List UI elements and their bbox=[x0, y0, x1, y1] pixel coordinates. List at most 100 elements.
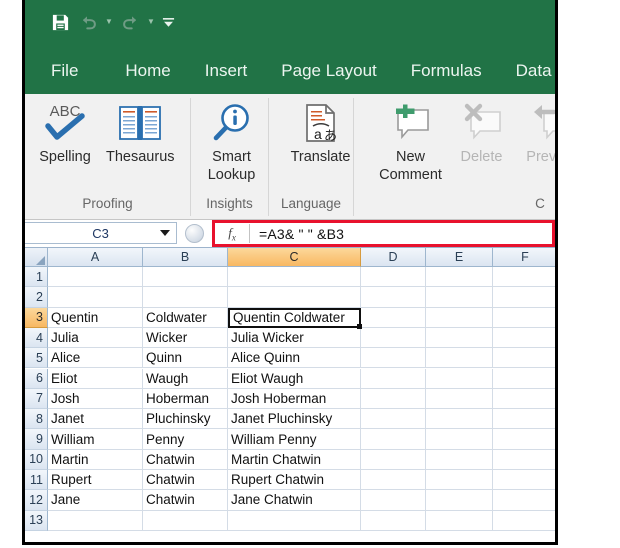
spelling-button[interactable]: ABC Spelling bbox=[31, 100, 99, 166]
cell-d13[interactable] bbox=[361, 510, 426, 531]
cell-e4[interactable] bbox=[426, 327, 493, 349]
cell-c10[interactable]: Martin Chatwin bbox=[228, 449, 361, 470]
cell-d6[interactable] bbox=[361, 368, 426, 389]
cell-c13[interactable] bbox=[228, 510, 361, 531]
cell-b9[interactable]: Penny bbox=[143, 429, 228, 450]
select-all-corner-button[interactable] bbox=[25, 248, 48, 267]
new-comment-button[interactable]: New Comment bbox=[374, 100, 448, 184]
cell-e11[interactable] bbox=[426, 470, 493, 491]
cell-a5[interactable]: Alice bbox=[48, 348, 143, 369]
redo-icon[interactable] bbox=[117, 9, 143, 35]
cell-b7[interactable]: Hoberman bbox=[143, 388, 228, 410]
cell-d2[interactable] bbox=[361, 287, 426, 308]
active-cell-c3[interactable]: Quentin Coldwater bbox=[228, 307, 361, 328]
cell-d7[interactable] bbox=[361, 388, 426, 410]
tab-formulas[interactable]: Formulas bbox=[394, 48, 499, 94]
cell-f6[interactable] bbox=[493, 368, 555, 389]
cell-d12[interactable] bbox=[361, 490, 426, 511]
cell-f4[interactable] bbox=[493, 327, 555, 349]
cell-e12[interactable] bbox=[426, 490, 493, 511]
cell-c7[interactable]: Josh Hoberman bbox=[228, 388, 361, 410]
tab-file[interactable]: File bbox=[43, 48, 108, 94]
cell-b11[interactable]: Chatwin bbox=[143, 470, 228, 491]
row-header-6[interactable]: 6 bbox=[25, 368, 48, 389]
cell-b5[interactable]: Quinn bbox=[143, 348, 228, 369]
cell-f12[interactable] bbox=[493, 490, 555, 511]
cell-d8[interactable] bbox=[361, 409, 426, 430]
cell-a13[interactable] bbox=[48, 510, 143, 531]
cell-a8[interactable]: Janet bbox=[48, 409, 143, 430]
cell-f11[interactable] bbox=[493, 470, 555, 491]
cell-f7[interactable] bbox=[493, 388, 555, 410]
cell-c2[interactable] bbox=[228, 287, 361, 308]
cell-b13[interactable] bbox=[143, 510, 228, 531]
cell-d1[interactable] bbox=[361, 267, 426, 288]
cell-f9[interactable] bbox=[493, 429, 555, 450]
cell-c4[interactable]: Julia Wicker bbox=[228, 327, 361, 349]
row-header-2[interactable]: 2 bbox=[25, 287, 48, 308]
cell-a10[interactable]: Martin bbox=[48, 449, 143, 470]
cell-c9[interactable]: William Penny bbox=[228, 429, 361, 450]
cell-c11[interactable]: Rupert Chatwin bbox=[228, 470, 361, 491]
thesaurus-button[interactable]: Thesaurus bbox=[99, 100, 182, 166]
cell-b4[interactable]: Wicker bbox=[143, 327, 228, 349]
cell-a2[interactable] bbox=[48, 287, 143, 308]
cell-e13[interactable] bbox=[426, 510, 493, 531]
cell-e2[interactable] bbox=[426, 287, 493, 308]
cell-e1[interactable] bbox=[426, 267, 493, 288]
row-header-12[interactable]: 12 bbox=[25, 490, 48, 511]
worksheet-grid[interactable]: ABCDEF 1 2 3 4 5 6 7 8 9 10 11 12 13 Quentin Coldwate… bbox=[25, 248, 555, 542]
cell-a1[interactable] bbox=[48, 267, 143, 288]
cell-c12[interactable]: Jane Chatwin bbox=[228, 490, 361, 511]
previous-comment-button[interactable]: Previous bbox=[516, 100, 555, 166]
smart-lookup-button[interactable]: Smart Lookup bbox=[194, 100, 270, 184]
cell-d4[interactable] bbox=[361, 327, 426, 349]
cell-f8[interactable] bbox=[493, 409, 555, 430]
cell-b3[interactable]: Coldwater bbox=[143, 307, 228, 328]
row-header-9[interactable]: 9 bbox=[25, 429, 48, 450]
cell-d11[interactable] bbox=[361, 470, 426, 491]
cell-d3[interactable] bbox=[361, 307, 426, 328]
column-header-b[interactable]: B bbox=[143, 248, 228, 267]
cell-f1[interactable] bbox=[493, 267, 555, 288]
cell-b8[interactable]: Pluchinsky bbox=[143, 409, 228, 430]
cell-e10[interactable] bbox=[426, 449, 493, 470]
cell-c5[interactable]: Alice Quinn bbox=[228, 348, 361, 369]
cell-a12[interactable]: Jane bbox=[48, 490, 143, 511]
row-header-5[interactable]: 5 bbox=[25, 348, 48, 369]
redo-dropdown-icon[interactable]: ▼ bbox=[145, 9, 157, 35]
cell-d10[interactable] bbox=[361, 449, 426, 470]
fill-handle[interactable] bbox=[357, 323, 362, 329]
row-header-13[interactable]: 13 bbox=[25, 510, 48, 531]
insert-function-circle-icon[interactable] bbox=[184, 223, 204, 243]
cell-f13[interactable] bbox=[493, 510, 555, 531]
delete-comment-button[interactable]: Delete bbox=[448, 100, 516, 166]
translate-button[interactable]: a あ Translate bbox=[282, 100, 360, 166]
row-header-3[interactable]: 3 bbox=[25, 307, 48, 328]
cell-e6[interactable] bbox=[426, 368, 493, 389]
row-header-11[interactable]: 11 bbox=[25, 470, 48, 491]
formula-bar-buttons[interactable] bbox=[180, 222, 208, 244]
cell-e9[interactable] bbox=[426, 429, 493, 450]
cell-a11[interactable]: Rupert bbox=[48, 470, 143, 491]
column-header-a[interactable]: A bbox=[48, 248, 143, 267]
cell-b12[interactable]: Chatwin bbox=[143, 490, 228, 511]
name-box-dropdown-icon[interactable] bbox=[160, 230, 170, 236]
cell-f3[interactable] bbox=[493, 307, 555, 328]
undo-dropdown-icon[interactable]: ▼ bbox=[103, 9, 115, 35]
cell-f5[interactable] bbox=[493, 348, 555, 369]
undo-icon[interactable] bbox=[75, 9, 101, 35]
insert-function-fx-icon[interactable]: fx bbox=[215, 225, 249, 243]
cell-b1[interactable] bbox=[143, 267, 228, 288]
cell-b10[interactable]: Chatwin bbox=[143, 449, 228, 470]
cell-b6[interactable]: Waugh bbox=[143, 368, 228, 389]
cell-a6[interactable]: Eliot bbox=[48, 368, 143, 389]
cell-b2[interactable] bbox=[143, 287, 228, 308]
cell-c6[interactable]: Eliot Waugh bbox=[228, 368, 361, 389]
tab-data[interactable]: Data bbox=[499, 48, 555, 94]
cell-d5[interactable] bbox=[361, 348, 426, 369]
row-header-4[interactable]: 4 bbox=[25, 327, 48, 349]
tab-insert[interactable]: Insert bbox=[188, 48, 265, 94]
tab-home[interactable]: Home bbox=[108, 48, 187, 94]
row-header-10[interactable]: 10 bbox=[25, 449, 48, 470]
